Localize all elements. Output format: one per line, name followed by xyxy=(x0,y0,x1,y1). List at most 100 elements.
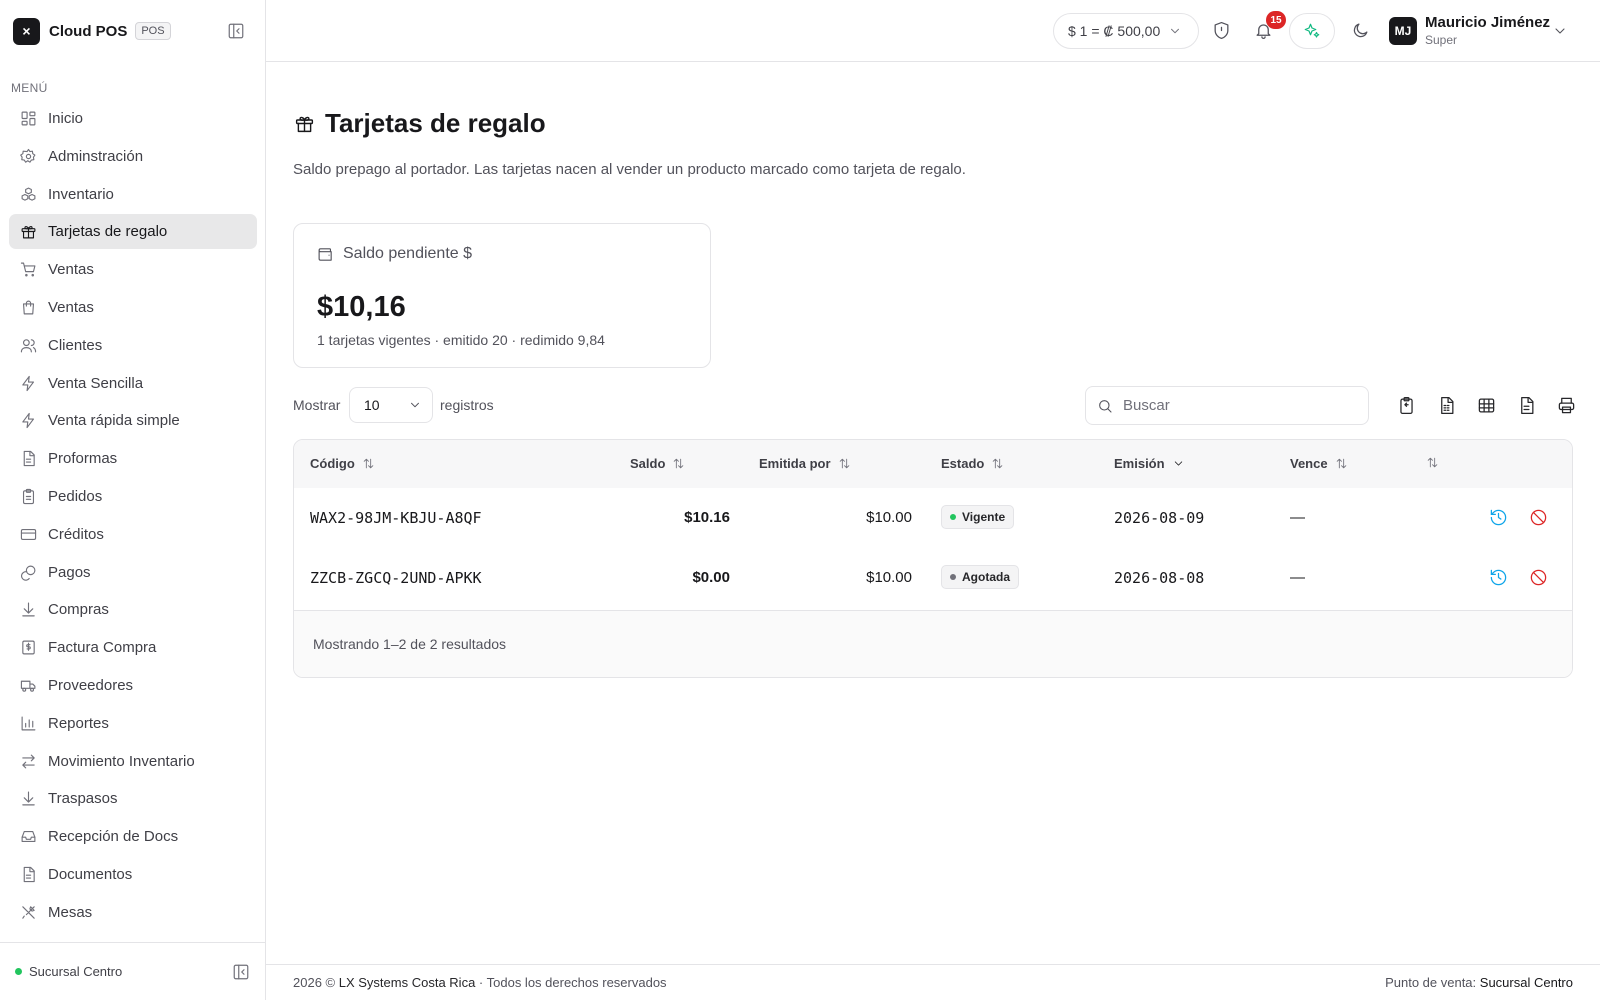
copy-icon xyxy=(1399,396,1413,415)
column-label: Emitida por xyxy=(759,456,831,471)
history-button[interactable] xyxy=(1489,508,1508,527)
excel-button[interactable] xyxy=(1466,396,1506,415)
sidebar-item-venta-sencilla[interactable]: Venta Sencilla xyxy=(9,366,257,401)
sidebar-item-label: Proveedores xyxy=(48,676,134,694)
status-label: Vigente xyxy=(962,510,1006,524)
sidebar-collapse-icon[interactable] xyxy=(227,22,245,40)
column-header-actions[interactable] xyxy=(1419,456,1439,469)
table-row[interactable]: WAX2-98JM-KBJU-A8QF $10.16 $10.00 Vigent… xyxy=(294,488,1572,548)
logo-icon: × xyxy=(13,17,40,45)
status-dot xyxy=(950,514,956,520)
sidebar-item-label: Inventario xyxy=(48,185,114,203)
sort-icon xyxy=(1427,457,1438,468)
sidebar-item-traspasos[interactable]: Traspasos xyxy=(9,781,257,816)
sidebar-item-venta-rapida-simple[interactable]: Venta rápida simple xyxy=(9,403,257,438)
sidebar-item-tarjetas-de-regalo[interactable]: Tarjetas de regalo xyxy=(9,214,257,250)
sidebar-item-label: Documentos xyxy=(48,865,133,883)
print-button[interactable] xyxy=(1546,396,1586,415)
sidebar-item-compras[interactable]: Compras xyxy=(9,592,257,627)
page-size-value: 10 xyxy=(364,397,380,413)
user-name[interactable]: Mauricio Jiménez xyxy=(1425,14,1550,31)
sort-icon xyxy=(993,458,1003,469)
gift-cards-table: Código Saldo Emitida por Estado Emisión … xyxy=(293,439,1573,678)
page-size-select[interactable]: 10 xyxy=(349,387,433,423)
sidebar-item-inventario[interactable]: Inventario xyxy=(9,177,257,212)
column-header-emitida-por[interactable]: Emitida por xyxy=(759,456,851,471)
column-header-estado[interactable]: Estado xyxy=(941,456,1004,471)
document-icon xyxy=(23,866,35,883)
sidebar-item-label: Mesas xyxy=(48,903,93,921)
column-header-vence[interactable]: Vence xyxy=(1290,456,1348,471)
pdf-button[interactable] xyxy=(1506,396,1546,415)
cancel-card-button[interactable] xyxy=(1529,568,1548,587)
gear-icon xyxy=(20,148,36,163)
card-balance: $10.16 xyxy=(684,509,730,526)
sidebar-item-factura-compra[interactable]: Factura Compra xyxy=(9,630,257,665)
copy-button[interactable] xyxy=(1386,396,1426,415)
status-dot xyxy=(950,574,956,580)
table-header: Código Saldo Emitida por Estado Emisión … xyxy=(294,440,1572,488)
gift-icon xyxy=(295,116,314,133)
sidebar-item-label: Tarjetas de regalo xyxy=(48,223,168,241)
sidebar-collapse-bottom-icon[interactable] xyxy=(232,963,250,981)
stat-label: Saldo pendiente $ xyxy=(343,245,472,262)
sidebar-item-pedidos[interactable]: Pedidos xyxy=(9,479,257,514)
menu-label: MENÚ xyxy=(11,81,48,95)
credit-card-icon xyxy=(20,528,37,540)
bolt-icon xyxy=(22,413,35,429)
sidebar-item-documentos[interactable]: Documentos xyxy=(9,857,257,892)
sidebar-item-ventas-2[interactable]: Ventas xyxy=(9,290,257,325)
column-header-saldo[interactable]: Saldo xyxy=(630,456,685,471)
sidebar-item-movimiento-inventario[interactable]: Movimiento Inventario xyxy=(9,744,257,779)
ban-icon xyxy=(1530,509,1547,526)
sidebar-item-pagos[interactable]: Pagos xyxy=(9,555,257,590)
sidebar-item-clientes[interactable]: Clientes xyxy=(9,328,257,363)
csv-icon xyxy=(1440,396,1453,415)
history-icon xyxy=(1490,509,1507,526)
sidebar-item-recepcion-de-docs[interactable]: Recepción de Docs xyxy=(9,819,257,854)
column-header-codigo[interactable]: Código xyxy=(310,456,375,471)
sidebar-item-label: Factura Compra xyxy=(48,639,157,657)
sidebar-item-inicio[interactable]: Inicio xyxy=(9,101,257,136)
user-menu-chevron-icon[interactable] xyxy=(1552,23,1568,39)
sidebar: × Cloud POS POS MENÚ Inicio Adminstració… xyxy=(0,0,266,1000)
boxes-icon xyxy=(21,187,36,201)
table-row[interactable]: ZZCB-ZGCQ-2UND-APKK $0.00 $10.00 Agotada… xyxy=(294,548,1572,608)
csv-button[interactable] xyxy=(1426,396,1466,415)
search-input[interactable] xyxy=(1123,397,1353,414)
sidebar-item-label: Inicio xyxy=(48,110,84,127)
sidebar-item-ventas[interactable]: Ventas xyxy=(9,252,257,287)
document-icon xyxy=(23,451,35,467)
cancel-card-button[interactable] xyxy=(1529,508,1548,527)
sidebar-item-administracion[interactable]: Adminstración xyxy=(9,139,257,174)
ai-assistant-button[interactable] xyxy=(1289,13,1335,49)
clipboard-icon xyxy=(22,488,35,505)
brand[interactable]: × Cloud POS POS xyxy=(13,17,171,45)
exchange-rate-selector[interactable]: $ 1 = ₡ 500,00 xyxy=(1053,13,1199,49)
bag-icon xyxy=(22,300,35,315)
sidebar-footer: Sucursal Centro xyxy=(0,942,266,1000)
avatar[interactable]: MJ xyxy=(1389,17,1417,45)
sidebar-item-mesas[interactable]: Mesas xyxy=(9,895,257,930)
company-link[interactable]: LX Systems Costa Rica xyxy=(339,975,476,990)
sidebar-item-proformas[interactable]: Proformas xyxy=(9,441,257,476)
sidebar-item-label: Traspasos xyxy=(48,790,118,808)
history-button[interactable] xyxy=(1489,568,1508,587)
records-label: registros xyxy=(440,397,494,413)
sidebar-item-reportes[interactable]: Reportes xyxy=(9,706,257,741)
truck-icon xyxy=(20,680,36,692)
exchange-rate-value: $ 1 = ₡ 500,00 xyxy=(1068,23,1161,39)
expires: — xyxy=(1290,569,1305,586)
column-label: Estado xyxy=(941,456,985,471)
app-badge: POS xyxy=(135,22,171,40)
moon-icon[interactable] xyxy=(1351,21,1370,40)
card-code: WAX2-98JM-KBJU-A8QF xyxy=(310,509,482,527)
sidebar-item-proveedores[interactable]: Proveedores xyxy=(9,668,257,703)
table-footer: Mostrando 1–2 de 2 resultados xyxy=(294,610,1572,677)
sidebar-item-creditos[interactable]: Créditos xyxy=(9,517,257,552)
shield-icon[interactable] xyxy=(1212,21,1231,40)
search-box[interactable] xyxy=(1085,386,1369,425)
issue-date: 2026-08-09 xyxy=(1114,509,1205,527)
column-header-emision[interactable]: Emisión xyxy=(1114,456,1185,471)
wallet-icon xyxy=(318,247,332,261)
